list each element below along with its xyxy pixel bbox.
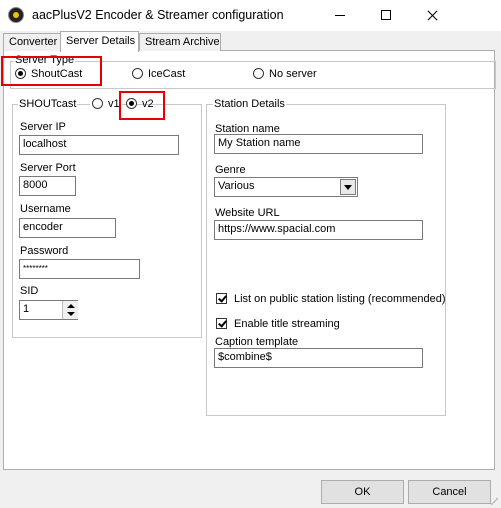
- spin-arrows-icon[interactable]: [62, 301, 78, 319]
- list-public-label: List on public station listing (recommen…: [234, 293, 446, 305]
- radio-icecast[interactable]: IceCast: [132, 68, 185, 82]
- checkmark-icon: [216, 318, 227, 329]
- tab-stream-archive[interactable]: Stream Archive: [139, 33, 221, 51]
- tab-server-details[interactable]: Server Details: [60, 31, 139, 52]
- maximize-icon[interactable]: [363, 0, 409, 31]
- genre-select[interactable]: Various: [214, 177, 358, 197]
- minimize-icon[interactable]: [317, 0, 363, 31]
- window-title: aacPlusV2 Encoder & Streamer configurati…: [32, 8, 284, 22]
- close-icon[interactable]: [409, 0, 455, 31]
- ok-button[interactable]: OK: [321, 480, 404, 504]
- radio-icecast-label: IceCast: [148, 68, 186, 80]
- cancel-button[interactable]: Cancel: [408, 480, 491, 504]
- radio-v1[interactable]: v1: [90, 98, 122, 112]
- sid-label: SID: [20, 285, 39, 297]
- title-streaming-checkbox[interactable]: Enable title streaming: [216, 318, 340, 330]
- server-port-input[interactable]: 8000: [19, 176, 76, 196]
- radio-v1-label: v1: [108, 98, 120, 110]
- list-public-checkbox[interactable]: List on public station listing (recommen…: [216, 293, 446, 305]
- chevron-down-icon[interactable]: [340, 179, 356, 195]
- app-logo-icon: [8, 7, 24, 23]
- username-input[interactable]: encoder: [19, 218, 116, 238]
- title-streaming-label: Enable title streaming: [234, 318, 340, 330]
- highlight-box-shoutcast: [1, 56, 102, 86]
- tab-converter[interactable]: Converter: [3, 33, 61, 51]
- radio-no-server[interactable]: No server: [253, 68, 317, 82]
- server-ip-label: Server IP: [20, 121, 66, 133]
- caption-template-input[interactable]: $combine$: [214, 348, 423, 368]
- server-port-label: Server Port: [20, 162, 76, 174]
- station-name-input[interactable]: My Station name: [214, 134, 423, 154]
- caption-template-label: Caption template: [215, 336, 299, 348]
- highlight-box-v2: [119, 91, 165, 120]
- radio-unselected-icon: [132, 68, 143, 79]
- radio-no-server-label: No server: [269, 68, 317, 80]
- radio-unselected-icon: [253, 68, 264, 79]
- shoutcast-legend: SHOUTcast: [18, 98, 78, 110]
- checkmark-icon: [216, 293, 227, 304]
- radio-unselected-icon: [92, 98, 103, 109]
- server-ip-input[interactable]: localhost: [19, 135, 179, 155]
- website-url-label: Website URL: [215, 207, 280, 219]
- website-url-input[interactable]: https://www.spacial.com: [214, 220, 423, 240]
- username-label: Username: [20, 203, 71, 215]
- station-details-legend: Station Details: [213, 98, 286, 110]
- password-input[interactable]: ********: [19, 259, 140, 279]
- genre-label: Genre: [215, 164, 246, 176]
- password-label: Password: [20, 245, 69, 257]
- resize-grip-icon[interactable]: [488, 495, 498, 505]
